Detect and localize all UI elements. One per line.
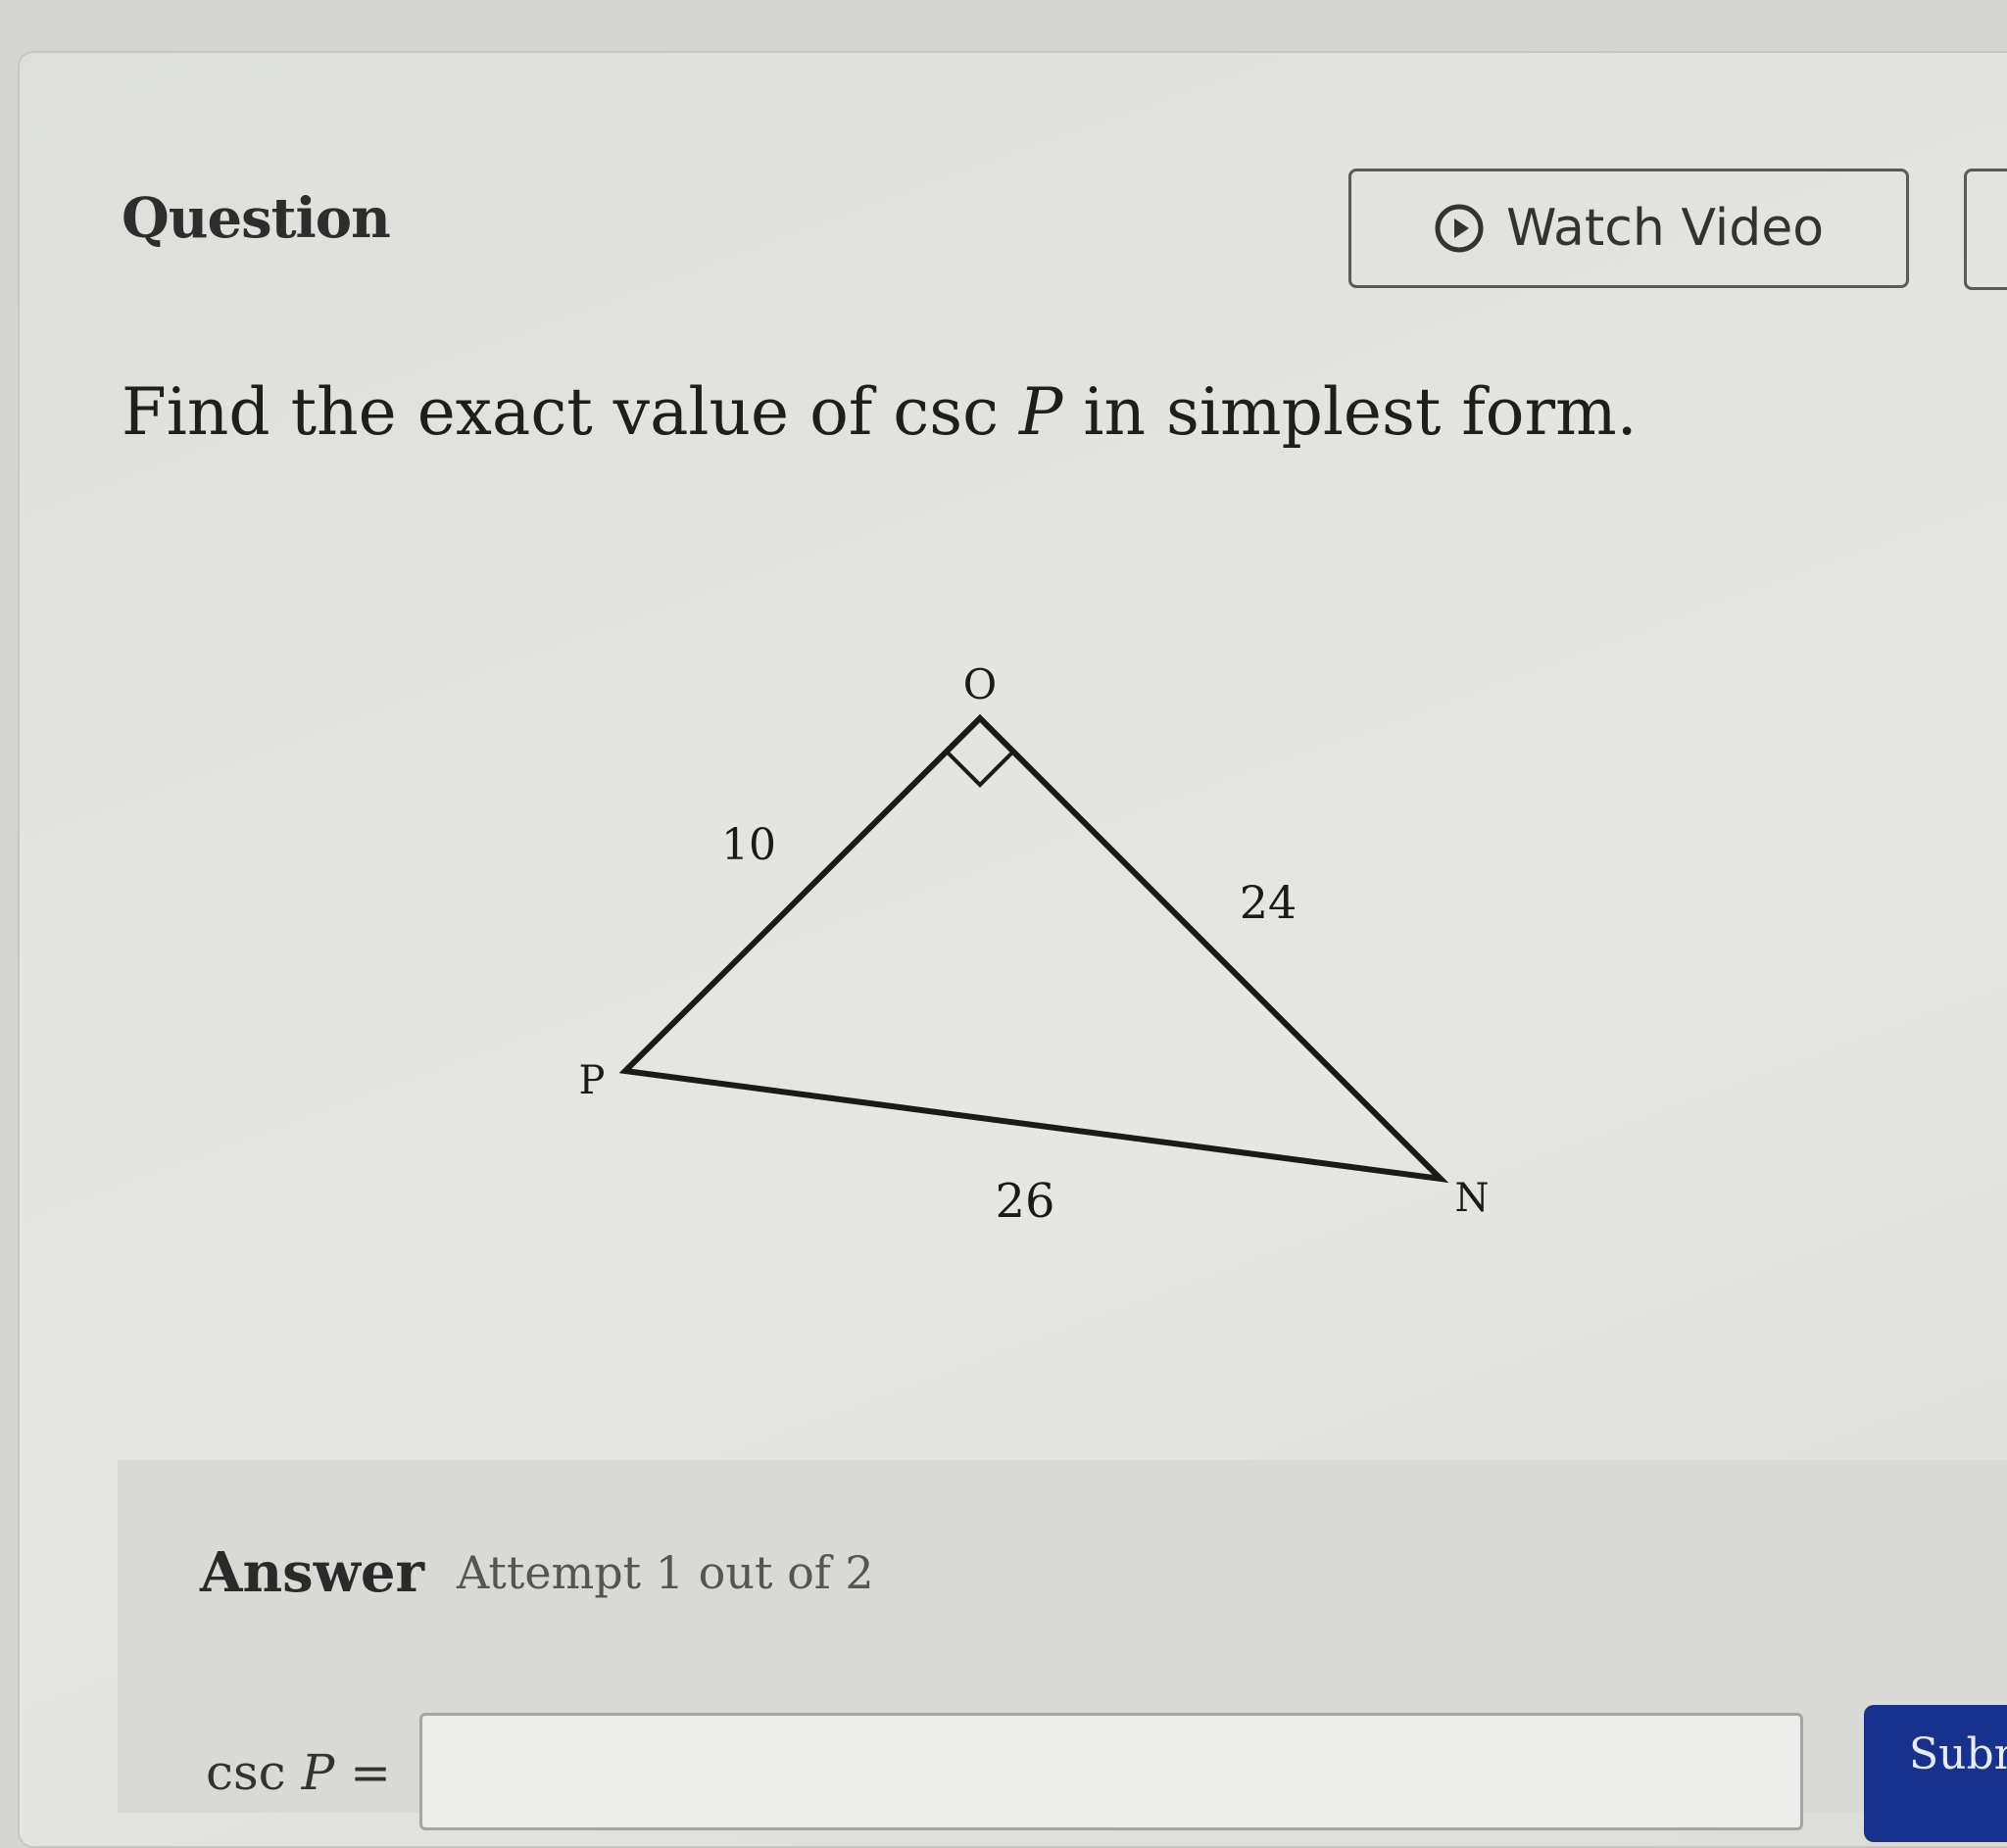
secondary-header-button[interactable] <box>1964 169 2007 290</box>
submit-button[interactable]: Submit <box>1864 1705 2007 1842</box>
eq-var: P <box>301 1744 335 1801</box>
question-variable: P <box>1019 374 1063 450</box>
eq-func: csc <box>206 1744 302 1801</box>
watch-video-label: Watch Video <box>1505 199 1825 258</box>
question-suffix: in simplest form. <box>1062 374 1638 450</box>
answer-equation-label: csc P = <box>206 1744 391 1801</box>
answer-input[interactable] <box>419 1713 1803 1830</box>
question-prefix: Find the exact value of csc <box>122 374 1020 450</box>
play-circle-icon <box>1435 204 1484 253</box>
eq-sign: = <box>334 1744 392 1801</box>
watch-video-button[interactable]: Watch Video <box>1348 169 1909 288</box>
attempt-counter: Attempt 1 out of 2 <box>457 1546 874 1599</box>
question-prompt: Find the exact value of csc P in simples… <box>122 374 1638 450</box>
answer-heading: Answer <box>200 1540 425 1605</box>
question-heading: Question <box>122 186 391 251</box>
